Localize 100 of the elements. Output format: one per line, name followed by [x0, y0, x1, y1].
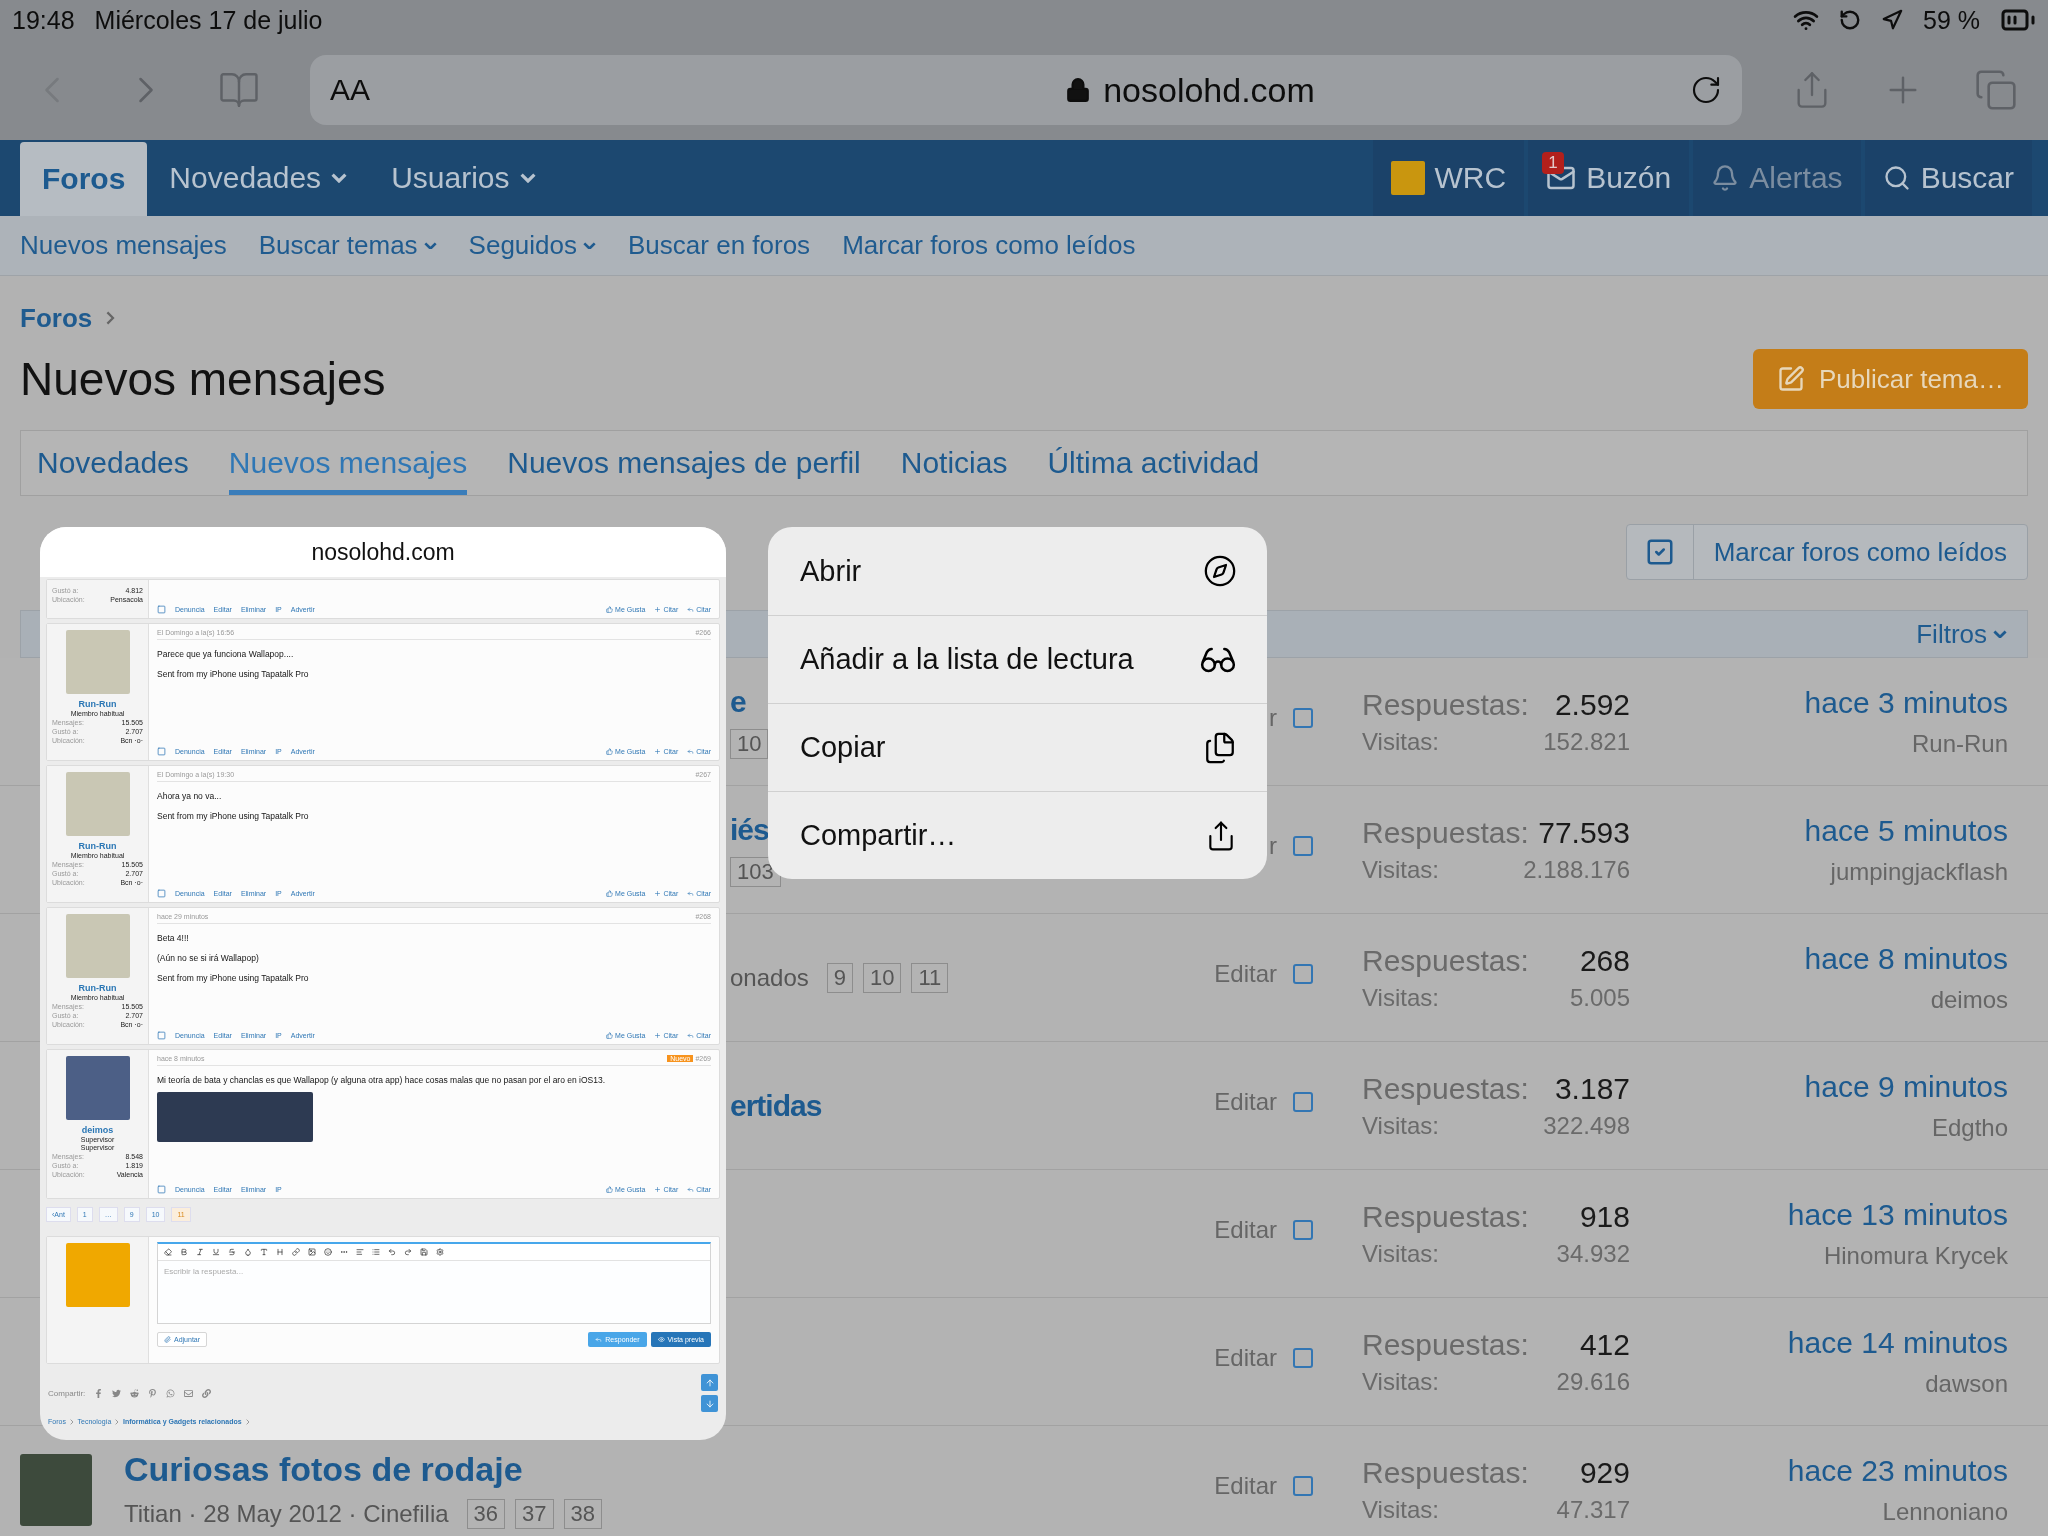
nav-tab[interactable]: Foros [20, 142, 148, 216]
last-poster[interactable]: Run-Run [1911, 729, 2008, 758]
smiley-icon[interactable] [324, 1248, 332, 1256]
undo-icon[interactable] [388, 1248, 396, 1256]
checkbox[interactable] [1291, 1346, 1315, 1370]
tab[interactable]: Última actividad [1047, 431, 1260, 495]
envelope-icon[interactable] [184, 1388, 194, 1398]
nav-button[interactable]: 1 Buzón [1528, 140, 1690, 216]
page-link[interactable]: 36 [466, 1499, 506, 1529]
redo-icon[interactable] [404, 1248, 412, 1256]
breadcrumb-link[interactable]: Foros [20, 302, 93, 334]
settings-icon[interactable] [436, 1248, 444, 1256]
tab[interactable]: Nuevos mensajes [228, 431, 468, 495]
last-post-time[interactable]: hace 23 minutos [1787, 1453, 2008, 1488]
twitter-icon[interactable] [112, 1388, 122, 1398]
edit-link[interactable]: Editar [1214, 1472, 1277, 1500]
heading-icon[interactable] [276, 1248, 284, 1256]
font-icon[interactable] [260, 1248, 268, 1256]
last-post-time[interactable]: hace 14 minutos [1787, 1325, 2008, 1360]
ellipsis-icon[interactable] [340, 1248, 348, 1256]
checkbox[interactable] [157, 1031, 166, 1040]
last-post-time[interactable]: hace 3 minutos [1804, 685, 2008, 720]
nav-button[interactable]: WRC [1372, 140, 1525, 216]
checkbox[interactable] [1291, 1474, 1315, 1498]
thread-title[interactable]: Curiosas fotos de rodaje [124, 1450, 603, 1489]
edit-link[interactable]: r [1269, 832, 1277, 860]
last-post-time[interactable]: hace 8 minutos [1804, 941, 2008, 976]
page-link[interactable]: 11 [911, 962, 949, 993]
checkbox[interactable] [1291, 1218, 1315, 1242]
username[interactable]: Run-Run [78, 983, 117, 993]
tab[interactable]: Noticias [900, 431, 1008, 495]
page-link[interactable]: 10 [863, 962, 902, 993]
subnav-link[interactable]: Marcar foros como leídos [842, 230, 1136, 261]
align-icon[interactable] [356, 1248, 364, 1256]
edit-link[interactable]: Editar [1214, 1216, 1277, 1244]
address-field[interactable]: AA nosolohd.com [310, 55, 1742, 125]
list-icon[interactable] [372, 1248, 380, 1256]
save-icon[interactable] [420, 1248, 428, 1256]
thread-title[interactable]: ertidas [730, 1088, 1160, 1123]
subnav-link[interactable]: Buscar temas [258, 230, 437, 261]
username[interactable]: Run-Run [78, 841, 117, 851]
underline-icon[interactable] [212, 1248, 220, 1256]
last-poster[interactable]: Lennoniano [1882, 1497, 2008, 1526]
last-poster[interactable]: dawson [1925, 1369, 2008, 1398]
menu-item[interactable]: Abrir [768, 527, 1267, 615]
strikethrough-icon[interactable] [228, 1248, 236, 1256]
menu-item[interactable]: Copiar [768, 703, 1267, 791]
italic-icon[interactable] [196, 1248, 204, 1256]
last-poster[interactable]: deimos [1930, 985, 2008, 1014]
checkbox[interactable] [157, 889, 166, 898]
scroll-up-button[interactable] [701, 1374, 718, 1391]
edit-link[interactable]: r [1269, 704, 1277, 732]
new-thread-button[interactable]: Publicar tema… [1753, 349, 2028, 409]
tabs-button[interactable] [1974, 68, 2018, 112]
page-link[interactable]: 37 [515, 1499, 554, 1529]
reply-editor[interactable]: Escribir la respuesta... [157, 1242, 711, 1324]
reload-icon[interactable] [1690, 74, 1722, 106]
subnav-link[interactable]: Nuevos mensajes [20, 230, 227, 261]
nav-tab[interactable]: Novedades [147, 140, 370, 216]
page-link[interactable]: 9 [826, 962, 853, 993]
subnav-link[interactable]: Seguidos [468, 230, 597, 261]
pinterest-icon[interactable] [148, 1388, 158, 1398]
image-icon[interactable] [308, 1248, 316, 1256]
facebook-icon[interactable] [94, 1388, 104, 1398]
edit-link[interactable]: Editar [1214, 1088, 1277, 1116]
nav-tab[interactable]: Usuarios [369, 140, 558, 216]
droplet-icon[interactable] [244, 1248, 252, 1256]
page-link[interactable]: 38 [563, 1499, 603, 1529]
link-icon[interactable] [292, 1248, 300, 1256]
username[interactable]: deimos [81, 1125, 114, 1135]
menu-item[interactable]: Añadir a la lista de lectura [768, 615, 1267, 703]
last-post-time[interactable]: hace 9 minutos [1804, 1069, 2008, 1104]
last-poster[interactable]: Hinomura Krycek [1823, 1241, 2008, 1270]
nav-button[interactable]: Buscar [1864, 140, 2032, 216]
whatsapp-icon[interactable] [166, 1388, 176, 1398]
tab[interactable]: Novedades [37, 431, 189, 495]
bold-icon[interactable] [180, 1248, 188, 1256]
checkbox[interactable] [157, 605, 166, 614]
username[interactable]: Run-Run [78, 699, 117, 709]
subnav-link[interactable]: Buscar en foros [628, 230, 811, 261]
edit-link[interactable]: Editar [1214, 1344, 1277, 1372]
checkbox[interactable] [157, 1185, 166, 1194]
reddit-icon[interactable] [130, 1388, 140, 1398]
last-poster[interactable]: jumpingjackflash [1830, 857, 2008, 886]
tab[interactable]: Nuevos mensajes de perfil [507, 431, 861, 495]
last-post-time[interactable]: hace 13 minutos [1787, 1197, 2008, 1232]
link-icon[interactable] [202, 1388, 212, 1398]
nav-button[interactable]: Alertas [1693, 140, 1861, 216]
scroll-down-button[interactable] [701, 1395, 718, 1412]
checkbox[interactable] [157, 747, 166, 756]
checkbox[interactable] [1291, 834, 1315, 858]
last-post-time[interactable]: hace 5 minutos [1804, 813, 2008, 848]
eraser-icon[interactable] [164, 1248, 172, 1256]
filters-button[interactable]: Filtros [1916, 618, 2007, 650]
edit-link[interactable]: Editar [1214, 960, 1277, 988]
mark-read-button[interactable]: Marcar foros como leídos [1625, 524, 2028, 580]
last-poster[interactable]: Edgtho [1931, 1113, 2008, 1142]
checkbox[interactable] [1291, 706, 1315, 730]
page-link[interactable]: 10 [730, 728, 769, 759]
checkbox[interactable] [1291, 1090, 1315, 1114]
